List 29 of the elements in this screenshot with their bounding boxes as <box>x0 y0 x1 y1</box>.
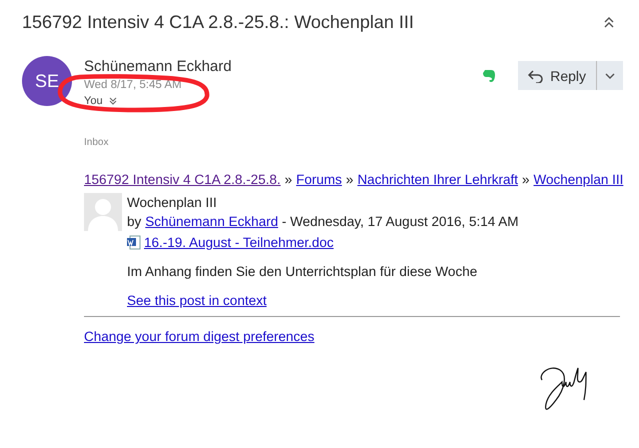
breadcrumb-link[interactable]: 156792 Intensiv 4 C1A 2.8.-25.8. <box>84 172 281 187</box>
post-body: Im Anhang finden Sie den Unterrichtsplan für diese Woche <box>127 264 478 279</box>
document-icon <box>127 235 141 250</box>
reply-icon <box>528 68 544 82</box>
expand-icon[interactable] <box>108 97 117 105</box>
breadcrumb-link[interactable]: Forums <box>296 172 342 187</box>
breadcrumb-link[interactable]: Nachrichten Ihrer Lehrkraft <box>357 172 518 187</box>
breadcrumb-separator: » <box>346 172 354 187</box>
message-date: Wed 8/17, 5:45 AM <box>84 79 183 91</box>
post-date: - Wednesday, 17 August 2016, 5:14 AM <box>280 214 519 229</box>
avatar: SE <box>22 56 72 106</box>
context-link[interactable]: See this post in context <box>127 293 267 308</box>
collapse-icon[interactable] <box>603 16 615 28</box>
sender-name: Schünemann Eckhard <box>84 58 233 75</box>
email-subject: 156792 Intensiv 4 C1A 2.8.-25.8.: Wochenplan III <box>22 12 414 32</box>
post-title: Wochenplan III <box>127 194 217 212</box>
breadcrumb-separator: » <box>284 172 292 187</box>
byline-text: by <box>127 214 142 229</box>
breadcrumb-separator: » <box>522 172 530 187</box>
breadcrumb-link[interactable]: Wochenplan III <box>534 172 624 187</box>
reply-button[interactable]: Reply <box>518 61 597 90</box>
user-avatar <box>84 193 122 231</box>
attachment-link[interactable]: 16.-19. August - Teilnehmer.doc <box>144 235 334 250</box>
chevron-down-icon <box>605 72 615 78</box>
recipient: You <box>84 95 103 107</box>
signature-drawing <box>540 367 587 410</box>
folder-label: Inbox <box>84 137 110 148</box>
author-link[interactable]: Schünemann Eckhard <box>145 214 278 229</box>
digest-link[interactable]: Change your forum digest preferences <box>84 329 314 344</box>
